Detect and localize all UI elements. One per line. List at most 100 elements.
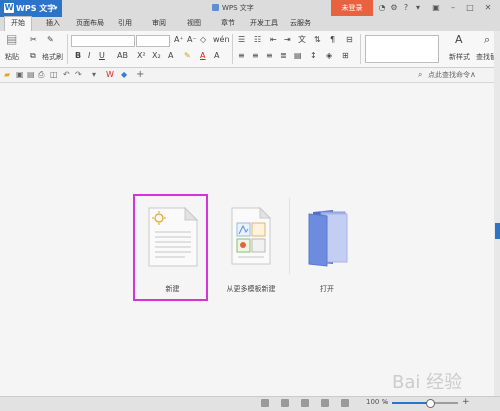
save-as-icon[interactable]: ▤ bbox=[27, 71, 35, 79]
chevron-down-icon: ▾ bbox=[54, 4, 58, 12]
open-tile[interactable] bbox=[303, 206, 351, 268]
side-panel-strip[interactable] bbox=[494, 31, 500, 396]
side-panel-toggle[interactable] bbox=[495, 223, 500, 239]
tab-cloud[interactable]: 云服务 bbox=[290, 17, 311, 30]
open-label[interactable]: 打开 bbox=[303, 284, 351, 294]
help-icon[interactable]: ? bbox=[402, 4, 410, 12]
customize-icon[interactable]: ▾ bbox=[92, 71, 96, 79]
save-icon[interactable]: ▣ bbox=[16, 71, 24, 79]
brush-icon[interactable]: ✎ bbox=[47, 35, 54, 45]
pin-icon[interactable]: ▣ bbox=[432, 4, 440, 12]
italic-icon[interactable]: I bbox=[88, 51, 90, 61]
more-icon[interactable]: ▾ bbox=[414, 4, 422, 12]
skin-icon[interactable]: ◔ bbox=[378, 4, 386, 12]
format-painter-button[interactable]: 格式刷 bbox=[42, 52, 63, 62]
grow-font-icon[interactable]: A⁺ bbox=[174, 35, 184, 45]
zoom-out-icon[interactable]: – bbox=[383, 398, 387, 407]
align-left-icon[interactable]: ≡ bbox=[238, 51, 245, 61]
open-folder-big-icon bbox=[308, 210, 348, 267]
justify-icon[interactable]: ≣ bbox=[280, 51, 287, 61]
numbering-icon[interactable]: ☷ bbox=[254, 35, 261, 45]
window-title-text: WPS 文字 bbox=[222, 4, 254, 12]
tab-home[interactable]: 开始 bbox=[4, 16, 32, 32]
decrease-indent-icon[interactable]: ⇤ bbox=[270, 35, 277, 45]
tab-review[interactable]: 审阅 bbox=[152, 17, 166, 30]
font-name-select[interactable] bbox=[71, 35, 135, 47]
underline-icon[interactable]: U bbox=[99, 51, 105, 61]
cut-icon[interactable]: ✂ bbox=[30, 35, 37, 45]
tab-chapter[interactable]: 章节 bbox=[221, 17, 235, 30]
undo-icon[interactable]: ↶ bbox=[63, 71, 70, 79]
shading-icon[interactable]: ◈ bbox=[326, 51, 332, 61]
distribute-icon[interactable]: ▤ bbox=[294, 51, 302, 61]
command-search-icon[interactable]: ⌕ bbox=[418, 71, 422, 79]
tab-insert[interactable]: 插入 bbox=[46, 17, 60, 30]
tab-references[interactable]: 引用 bbox=[118, 17, 132, 30]
superscript-icon[interactable]: X² bbox=[137, 51, 146, 61]
app-menu-button[interactable]: W WPS 文字 ▾ bbox=[0, 0, 62, 17]
char-border-icon[interactable]: A bbox=[214, 51, 219, 61]
new-style-button[interactable]: 新样式 bbox=[449, 52, 470, 62]
web-view-icon[interactable] bbox=[301, 399, 309, 407]
new-style-icon[interactable]: A bbox=[455, 34, 463, 45]
bold-icon[interactable]: B bbox=[75, 51, 81, 61]
text-effect-icon[interactable]: A bbox=[168, 51, 173, 61]
font-size-select[interactable] bbox=[136, 35, 170, 47]
copy-icon[interactable]: ⧉ bbox=[30, 51, 36, 61]
maximize-icon[interactable]: □ bbox=[466, 4, 474, 12]
open-folder-icon[interactable]: ▰ bbox=[4, 71, 10, 79]
sort-icon[interactable]: ⇅ bbox=[314, 35, 321, 45]
tab-view[interactable]: 视图 bbox=[187, 17, 201, 30]
add-tab-icon[interactable]: + bbox=[136, 70, 144, 80]
outline-view-icon[interactable] bbox=[321, 399, 329, 407]
paste-icon[interactable]: ▤ bbox=[6, 33, 17, 45]
divider bbox=[67, 34, 68, 64]
app-name: WPS 文字 bbox=[16, 4, 56, 13]
phonetic-icon[interactable]: wén bbox=[213, 35, 230, 45]
style-gallery[interactable] bbox=[365, 35, 439, 63]
tabs-icon[interactable]: ⊟ bbox=[346, 35, 353, 45]
align-right-icon[interactable]: ≡ bbox=[266, 51, 273, 61]
template-tile[interactable] bbox=[226, 206, 274, 268]
highlight-frame bbox=[133, 194, 208, 301]
preview-icon[interactable]: ◫ bbox=[50, 71, 58, 79]
clear-format-icon[interactable]: ◇ bbox=[200, 35, 206, 45]
template-label[interactable]: 从更多模板新建 bbox=[218, 284, 284, 294]
font-color-icon[interactable]: A bbox=[200, 51, 205, 61]
chinese-layout-icon[interactable]: 文 bbox=[298, 35, 306, 45]
cube-icon[interactable]: ◆ bbox=[121, 71, 127, 79]
divider bbox=[360, 34, 361, 64]
wps-w-icon[interactable]: W bbox=[106, 71, 114, 79]
bullets-icon[interactable]: ☰ bbox=[238, 35, 245, 45]
print-icon[interactable]: ⎙ bbox=[38, 71, 44, 79]
highlight-icon[interactable]: ✎ bbox=[184, 51, 191, 61]
close-icon[interactable]: ✕ bbox=[484, 4, 492, 12]
show-marks-icon[interactable]: ¶ bbox=[330, 35, 335, 45]
redo-icon[interactable]: ↷ bbox=[75, 71, 82, 79]
tab-developer[interactable]: 开发工具 bbox=[250, 17, 278, 30]
zoom-in-icon[interactable]: + bbox=[462, 397, 470, 407]
align-center-icon[interactable]: ≡ bbox=[252, 51, 259, 61]
template-icon bbox=[231, 206, 272, 265]
line-spacing-icon[interactable]: ↕ bbox=[310, 51, 317, 61]
page-view-icon[interactable] bbox=[281, 399, 289, 407]
shrink-font-icon[interactable]: A⁻ bbox=[187, 35, 197, 45]
find-replace-icon[interactable]: ⌕ bbox=[484, 34, 490, 45]
login-button[interactable]: 未登录 bbox=[331, 0, 373, 16]
minimize-icon[interactable]: – bbox=[449, 4, 457, 12]
divider bbox=[289, 198, 290, 274]
borders-icon[interactable]: ⊞ bbox=[342, 51, 349, 61]
paste-label[interactable]: 粘贴 bbox=[5, 52, 19, 62]
watermark: Bai 经验 bbox=[392, 372, 463, 393]
settings-icon[interactable]: ⚙ bbox=[390, 4, 398, 12]
command-search-button[interactable]: 点此查找命令 bbox=[428, 71, 470, 79]
collapse-ribbon-icon[interactable]: ∧ bbox=[470, 71, 476, 79]
reading-view-icon[interactable] bbox=[341, 399, 349, 407]
window-title: WPS 文字 bbox=[212, 3, 254, 13]
tab-page-layout[interactable]: 页面布局 bbox=[76, 17, 104, 30]
strikethrough-icon[interactable]: AB bbox=[117, 51, 128, 61]
increase-indent-icon[interactable]: ⇥ bbox=[284, 35, 291, 45]
full-screen-icon[interactable] bbox=[261, 399, 269, 407]
wps-logo-icon: W bbox=[4, 3, 14, 13]
subscript-icon[interactable]: X₂ bbox=[152, 51, 161, 61]
